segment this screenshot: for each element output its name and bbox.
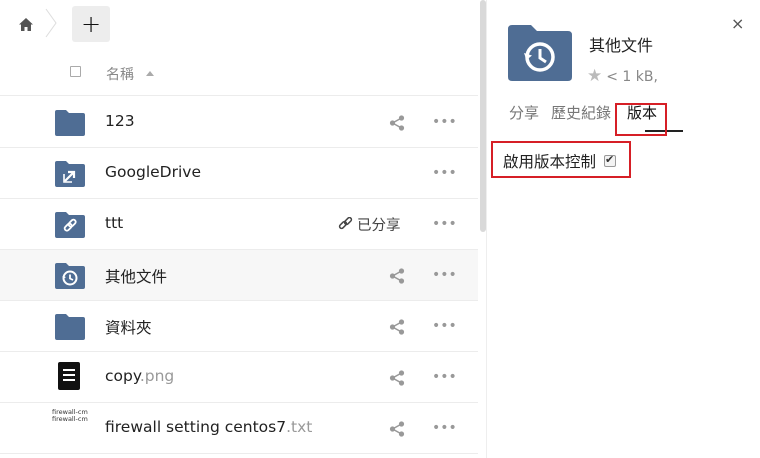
versions-folder-icon [55, 263, 85, 289]
file-row[interactable]: copy.png ••• [0, 352, 478, 403]
file-name[interactable]: 123 [105, 112, 135, 130]
file-meta: ★ < 1 kB, [587, 68, 658, 85]
more-options-icon[interactable]: ••• [432, 265, 457, 285]
share-icon[interactable] [388, 267, 406, 285]
close-icon[interactable]: × [731, 14, 744, 33]
shared-label: 已分享 [357, 218, 401, 234]
folder-icon [55, 314, 85, 340]
share-icon[interactable] [388, 420, 406, 438]
more-options-icon[interactable]: ••• [432, 163, 457, 183]
breadcrumb: + [0, 0, 478, 44]
file-name[interactable]: 其他文件 [105, 265, 167, 287]
folder-icon [55, 110, 85, 136]
column-header-name[interactable]: 名稱 [106, 64, 134, 84]
file-row[interactable]: ttt 已分享 ••• [0, 199, 478, 250]
file-list-panel: + 名稱 123 ••• GoogleDrive ••• ttt 已分享 •••… [0, 0, 478, 458]
tab-activity[interactable]: 歷史紀錄 [551, 102, 611, 123]
more-options-icon[interactable]: ••• [432, 418, 457, 438]
file-row[interactable]: 其他文件 ••• [0, 250, 478, 301]
file-name[interactable]: copy.png [105, 367, 174, 385]
shared-link-folder-icon [55, 212, 85, 238]
select-all-checkbox[interactable] [70, 66, 81, 77]
external-folder-icon [55, 161, 85, 187]
link-icon [338, 217, 353, 230]
file-row[interactable]: GoogleDrive ••• [0, 148, 478, 199]
share-icon[interactable] [388, 318, 406, 336]
file-size: < 1 kB, [606, 68, 658, 85]
more-options-icon[interactable]: ••• [432, 112, 457, 132]
tab-sharing[interactable]: 分享 [509, 102, 539, 123]
share-icon[interactable] [388, 114, 406, 132]
file-row[interactable]: firewall-cm firewall-cm firewall setting… [0, 403, 478, 454]
highlight-box [491, 141, 631, 178]
document-thumbnail [58, 362, 80, 390]
share-icon[interactable] [388, 369, 406, 387]
text-thumbnail: firewall-cm firewall-cm [52, 408, 88, 423]
versions-folder-icon [508, 25, 572, 81]
file-name[interactable]: firewall setting centos7.txt [105, 418, 312, 436]
shared-status[interactable]: 已分享 [338, 214, 401, 235]
star-icon[interactable]: ★ [587, 68, 602, 85]
highlight-box [615, 103, 667, 136]
file-name[interactable]: 資料夾 [105, 316, 152, 338]
file-name[interactable]: GoogleDrive [105, 163, 201, 181]
more-options-icon[interactable]: ••• [432, 367, 457, 387]
file-row[interactable]: 123 ••• [0, 97, 478, 148]
home-icon[interactable] [10, 8, 42, 40]
breadcrumb-separator [45, 8, 57, 38]
file-row[interactable]: 資料夾 ••• [0, 301, 478, 352]
more-options-icon[interactable]: ••• [432, 316, 457, 336]
file-name[interactable]: ttt [105, 214, 123, 232]
more-options-icon[interactable]: ••• [432, 214, 457, 234]
new-button[interactable]: + [72, 6, 110, 42]
details-sidebar: × 其他文件 ★ < 1 kB, 分享 歷史紀錄 版本 啟用版本控制 [486, 0, 760, 458]
sidebar-title: 其他文件 [589, 36, 654, 55]
sort-ascending-icon [146, 71, 154, 76]
list-header: 名稱 [0, 52, 478, 96]
